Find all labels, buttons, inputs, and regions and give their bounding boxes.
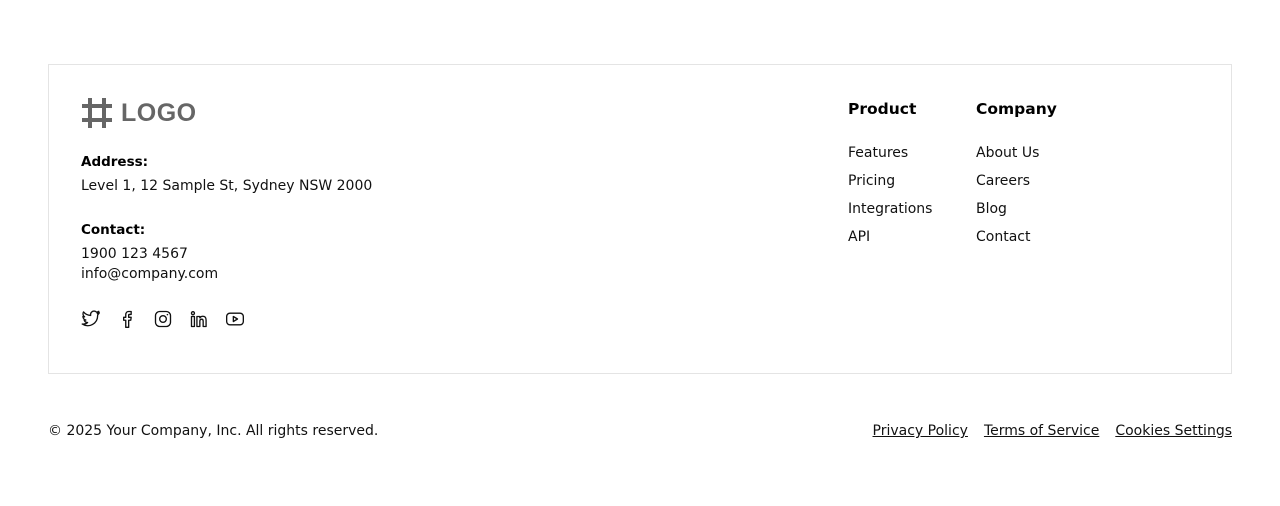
company-column: Company About Us Careers Blog Contact bbox=[976, 99, 1057, 251]
footer-card: LOGO Address: Level 1, 12 Sample St, Syd… bbox=[48, 64, 1232, 374]
youtube-icon[interactable] bbox=[225, 309, 245, 329]
twitter-icon[interactable] bbox=[81, 309, 101, 329]
cookies-settings-link[interactable]: Cookies Settings bbox=[1115, 421, 1232, 441]
product-link[interactable]: Integrations bbox=[848, 195, 932, 223]
product-column: Product Features Pricing Integrations AP… bbox=[848, 99, 932, 251]
logo[interactable]: LOGO bbox=[81, 97, 197, 129]
address-value: Level 1, 12 Sample St, Sydney NSW 2000 bbox=[81, 178, 373, 194]
footer-bottom-bar: © 2025 Your Company, Inc. All rights res… bbox=[48, 421, 1232, 441]
product-column-title: Product bbox=[848, 100, 917, 118]
company-link[interactable]: Blog bbox=[976, 195, 1057, 223]
hash-logo-icon bbox=[82, 98, 112, 128]
contact-phone: 1900 123 4567 bbox=[81, 246, 188, 262]
company-link[interactable]: About Us bbox=[976, 139, 1057, 167]
copyright-text: © 2025 Your Company, Inc. All rights res… bbox=[48, 423, 379, 439]
company-link[interactable]: Contact bbox=[976, 223, 1057, 251]
logo-text: LOGO bbox=[121, 98, 197, 127]
social-links bbox=[81, 309, 245, 329]
product-link[interactable]: API bbox=[848, 223, 932, 251]
instagram-icon[interactable] bbox=[153, 309, 173, 329]
product-link[interactable]: Pricing bbox=[848, 167, 932, 195]
facebook-icon[interactable] bbox=[117, 309, 137, 329]
privacy-policy-link[interactable]: Privacy Policy bbox=[873, 421, 968, 441]
contact-email[interactable]: info@company.com bbox=[81, 266, 218, 282]
contact-label: Contact: bbox=[81, 222, 146, 238]
address-label: Address: bbox=[81, 154, 149, 170]
company-column-title: Company bbox=[976, 100, 1057, 118]
terms-of-service-link[interactable]: Terms of Service bbox=[984, 421, 1099, 441]
linkedin-icon[interactable] bbox=[189, 309, 209, 329]
product-link[interactable]: Features bbox=[848, 139, 932, 167]
company-link[interactable]: Careers bbox=[976, 167, 1057, 195]
legal-links: Privacy Policy Terms of Service Cookies … bbox=[873, 421, 1232, 441]
